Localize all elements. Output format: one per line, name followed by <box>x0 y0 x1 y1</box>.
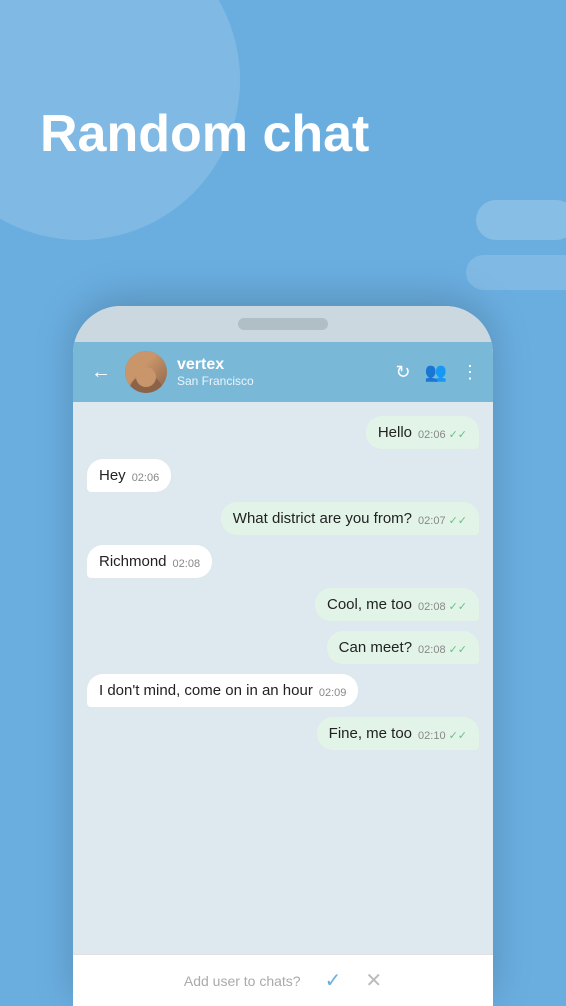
confirm-add-user-button[interactable]: ✓ <box>325 968 342 993</box>
bubble-meta: 02:06 <box>132 472 160 484</box>
bubble-time: 02:08 <box>418 601 446 613</box>
contact-name: vertex <box>177 356 385 374</box>
chat-bubble: What district are you from? 02:07✓✓ <box>221 502 479 535</box>
bubble-time: 02:10 <box>418 730 446 742</box>
bubble-text: Hello <box>378 424 412 441</box>
chat-bottom-bar: Add user to chats? ✓ ✕ <box>73 954 493 1006</box>
read-check-icon: ✓✓ <box>449 643 467 656</box>
bubble-text: Fine, me too <box>329 725 412 742</box>
message-row: Hello 02:06✓✓ <box>87 416 479 449</box>
chat-bubble: Cool, me too 02:08✓✓ <box>315 588 479 621</box>
bubble-time: 02:09 <box>319 687 347 699</box>
bubble-text: Cool, me too <box>327 596 412 613</box>
bubble-text: Hey <box>99 467 126 484</box>
message-row: Cool, me too 02:08✓✓ <box>87 588 479 621</box>
more-vert-icon[interactable]: ⋮ <box>461 362 479 383</box>
phone-notch-bar <box>73 306 493 342</box>
bg-decoration-shape-1 <box>476 200 566 240</box>
message-row: I don't mind, come on in an hour 02:09 <box>87 674 479 707</box>
chat-bubble: Richmond 02:08 <box>87 545 212 578</box>
header-icons: ↻ 👥 ⋮ <box>395 362 479 383</box>
phone-notch <box>238 318 328 330</box>
read-check-icon: ✓✓ <box>449 729 467 742</box>
bubble-meta: 02:10✓✓ <box>418 729 467 742</box>
back-button[interactable]: ← <box>87 357 115 388</box>
chat-header: ← vertex San Francisco ↻ 👥 ⋮ <box>73 342 493 402</box>
bubble-time: 02:06 <box>132 472 160 484</box>
bubble-text: Richmond <box>99 553 167 570</box>
refresh-icon[interactable]: ↻ <box>395 362 410 383</box>
contact-location: San Francisco <box>177 374 385 388</box>
avatar <box>125 351 167 393</box>
bubble-time: 02:07 <box>418 515 446 527</box>
bubble-meta: 02:08✓✓ <box>418 643 467 656</box>
message-row: Fine, me too 02:10✓✓ <box>87 717 479 750</box>
header-info: vertex San Francisco <box>177 356 385 388</box>
message-row: Can meet? 02:08✓✓ <box>87 631 479 664</box>
read-check-icon: ✓✓ <box>449 428 467 441</box>
bg-decoration-shape-2 <box>466 255 566 290</box>
read-check-icon: ✓✓ <box>449 514 467 527</box>
cancel-add-user-button[interactable]: ✕ <box>365 968 382 993</box>
bubble-meta: 02:08 <box>173 558 201 570</box>
chat-bubble: Hey 02:06 <box>87 459 171 492</box>
app-title: Random chat <box>40 105 369 165</box>
message-row: What district are you from? 02:07✓✓ <box>87 502 479 535</box>
bubble-meta: 02:06✓✓ <box>418 428 467 441</box>
chat-bubble: Fine, me too 02:10✓✓ <box>317 717 479 750</box>
bubble-time: 02:08 <box>173 558 201 570</box>
chat-bubble: Can meet? 02:08✓✓ <box>327 631 479 664</box>
message-row: Richmond 02:08 <box>87 545 479 578</box>
avatar-image <box>125 351 167 393</box>
chat-bubble: Hello 02:06✓✓ <box>366 416 479 449</box>
add-user-prompt: Add user to chats? <box>184 973 301 989</box>
bubble-time: 02:06 <box>418 429 446 441</box>
bubble-time: 02:08 <box>418 644 446 656</box>
bubble-meta: 02:09 <box>319 687 347 699</box>
bubble-text: What district are you from? <box>233 510 412 527</box>
bubble-text: I don't mind, come on in an hour <box>99 682 313 699</box>
bubble-text: Can meet? <box>339 639 412 656</box>
phone-frame: ← vertex San Francisco ↻ 👥 ⋮ Hello02:06✓… <box>73 306 493 1006</box>
read-check-icon: ✓✓ <box>449 600 467 613</box>
bubble-meta: 02:07✓✓ <box>418 514 467 527</box>
chat-bubble: I don't mind, come on in an hour 02:09 <box>87 674 358 707</box>
bubble-meta: 02:08✓✓ <box>418 600 467 613</box>
message-row: Hey 02:06 <box>87 459 479 492</box>
add-user-icon[interactable]: 👥 <box>425 362 447 383</box>
chat-body: Hello02:06✓✓Hey02:06What district are yo… <box>73 402 493 954</box>
